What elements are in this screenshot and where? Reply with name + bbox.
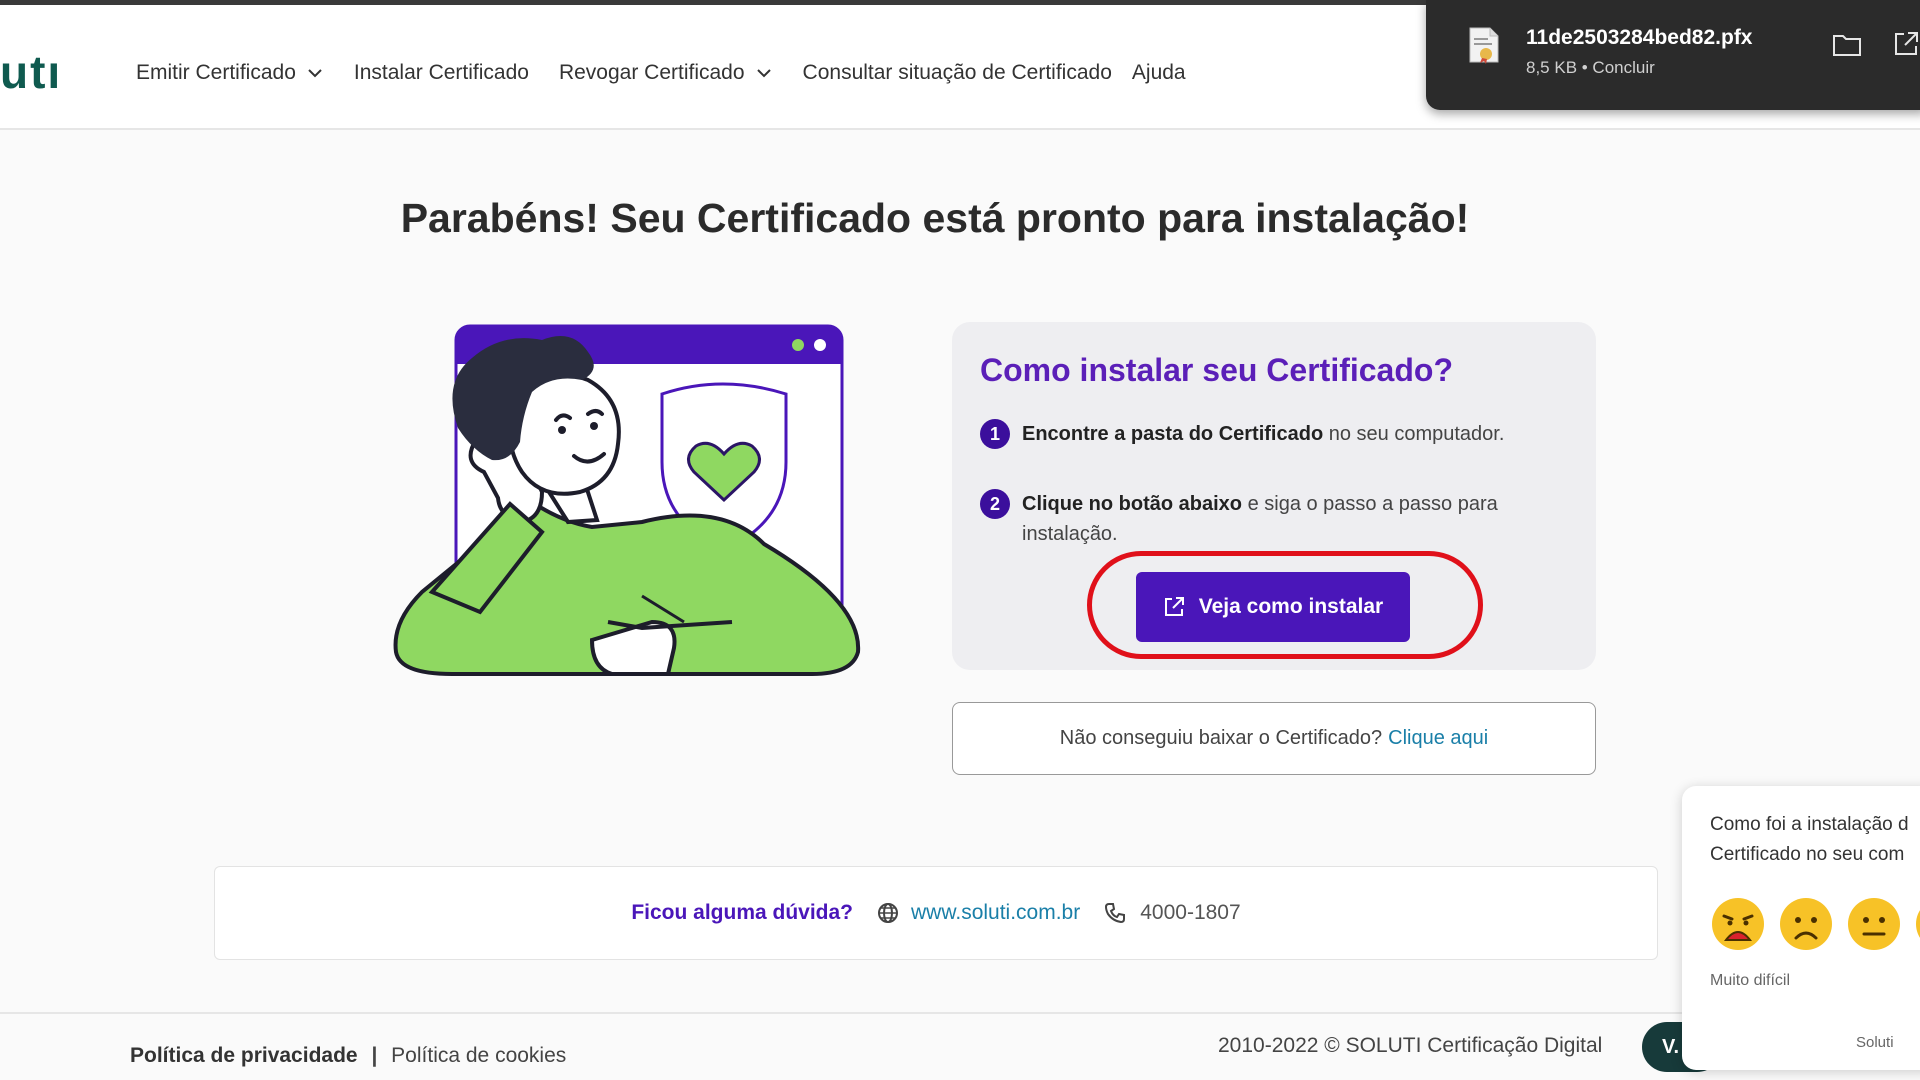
website-link[interactable]: www.soluti.com.br [911,901,1080,925]
difficult-emoji-icon[interactable] [1778,896,1834,952]
external-link-icon [1164,597,1184,616]
very-difficult-emoji-icon[interactable] [1710,896,1766,952]
person-certificate-illustration [393,324,861,676]
nav-label: Instalar Certificado [353,61,529,84]
feedback-question: Como foi a instalação d Certificado no s… [1710,810,1920,870]
neutral-emoji-icon[interactable] [1846,896,1902,952]
phone-icon [1105,903,1126,924]
certificate-file-icon [1469,27,1499,64]
feedback-brand: Soluti [1856,1034,1894,1051]
footer-separator: | [371,1044,378,1067]
download-filename[interactable]: 11de2503284bed82.pfx [1526,26,1753,50]
help-contact-bar: Ficou alguma dúvida? www.soluti.com.br 4… [214,866,1658,960]
nav-label: Emitir Certificado [136,61,296,84]
footer-divider [0,1012,1920,1014]
cookie-policy-link[interactable]: Política de cookies [391,1044,566,1067]
phone-number[interactable]: 4000-1807 [1140,901,1240,925]
veja-como-instalar-button[interactable]: Veja como instalar [1136,572,1410,642]
step-number-badge: 2 [980,489,1010,519]
nav-ajuda[interactable]: Ajuda [1132,61,1186,85]
clique-aqui-link[interactable]: Clique aqui [1388,727,1488,750]
nav-instalar-certificado[interactable]: Instalar Certificado [354,61,529,85]
copyright-text: 2010-2022 © SOLUTI Certificação Digital [1218,1034,1603,1057]
nav-emitir-certificado[interactable]: Emitir Certificado [136,61,324,85]
fail-text: Não conseguiu baixar o Certificado? [1059,727,1383,749]
open-external-icon[interactable] [1892,30,1920,58]
help-question: Ficou alguma dúvida? [631,901,854,924]
main-nav: Emitir Certificado Instalar Certificado … [136,61,1186,85]
card-title: Como instalar seu Certificado? [980,352,1453,388]
nav-revogar-certificado[interactable]: Revogar Certificado [559,61,773,85]
step-text: Clique no botão abaixo e siga o passo a … [1022,489,1570,549]
soluti-logo[interactable]: utı [0,45,62,99]
button-label: Veja como instalar [1198,595,1384,618]
chevron-down-icon [756,69,771,78]
feedback-question-line: Certificado no seu com [1710,844,1905,865]
install-step-2: 2 Clique no botão abaixo e siga o passo … [980,489,1570,549]
privacy-policy-link[interactable]: Política de privacidade [130,1044,358,1067]
step-bold-text: Clique no botão abaixo [1022,493,1243,515]
easy-emoji-icon[interactable] [1914,896,1920,952]
nav-label: Ajuda [1131,61,1186,84]
step-bold-text: Encontre a pasta do Certificado [1022,423,1324,445]
page-title: Parabéns! Seu Certificado está pronto pa… [400,195,1470,241]
install-step-1: 1 Encontre a pasta do Certificado no seu… [980,419,1570,449]
footer-links: Política de privacidade | Política de co… [130,1044,566,1068]
feedback-rating-options [1710,896,1920,952]
nav-label: Consultar situação de Certificado [802,61,1112,84]
chevron-down-icon [308,69,322,78]
download-failed-box: Não conseguiu baixar o Certificado? Cliq… [952,702,1596,775]
rating-label: Muito difícil [1710,972,1791,989]
folder-icon[interactable] [1832,32,1862,58]
step-rest-text: no seu computador. [1323,423,1505,445]
feedback-widget: Como foi a instalação d Certificado no s… [1682,786,1920,1070]
download-popup: 11de2503284bed82.pfx 8,5 KB • Concluir [1426,0,1920,110]
nav-consultar-situacao[interactable]: Consultar situação de Certificado [803,61,1112,85]
feedback-question-line: Como foi a instalação d [1710,814,1909,835]
step-number-badge: 1 [980,419,1010,449]
install-instructions-card: Como instalar seu Certificado? 1 Encontr… [952,322,1596,670]
nav-label: Revogar Certificado [558,61,745,84]
download-status: 8,5 KB • Concluir [1526,58,1655,77]
globe-icon [878,903,899,923]
step-text: Encontre a pasta do Certificado no seu c… [1022,419,1504,449]
